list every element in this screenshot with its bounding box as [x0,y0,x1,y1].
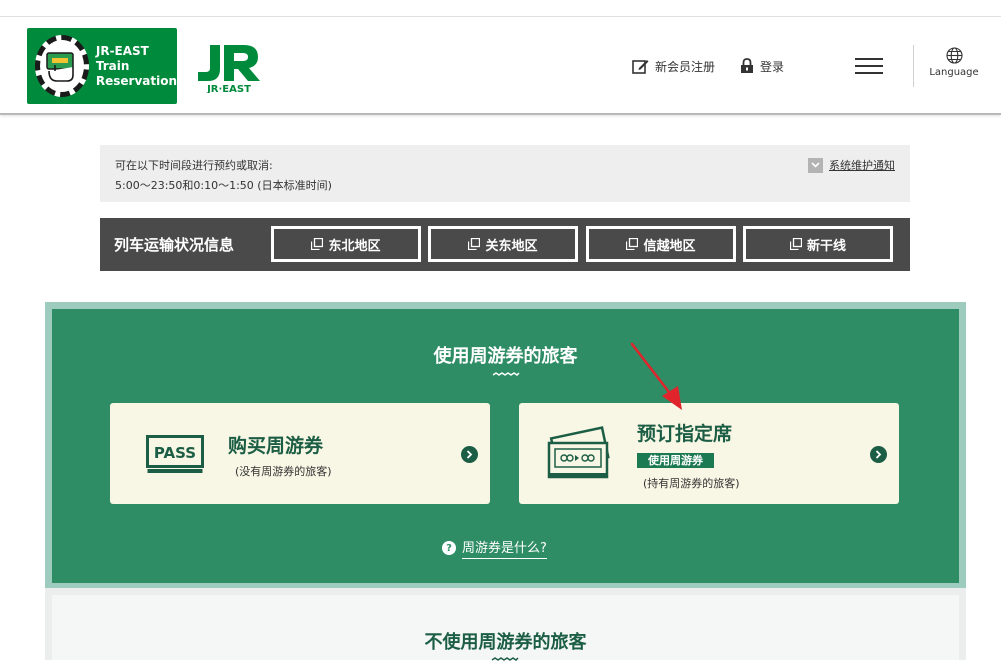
chevron-right-icon [870,446,887,463]
external-window-icon [311,238,324,250]
status-button-label: 关东地区 [485,238,538,254]
buy-pass-card[interactable]: PASS 购买周游券 (没有周游券的旅客) [110,403,490,504]
external-window-icon [468,238,481,250]
pass-ticket-icon: PASS [146,435,204,473]
train-status-bar: 列车运输状况信息 东北地区 关东地区 信越地区 新干线 [100,218,910,271]
notice-text: 可在以下时间段进行预约或取消: 5:00～23:50和0:10～1:50 (日本… [115,156,332,196]
maintenance-label: 系统维护通知 [829,159,895,172]
register-label: 新会员注册 [655,59,716,74]
svg-text:JR·EAST: JR·EAST [206,84,251,93]
annotation-arrow-icon [630,342,682,410]
external-window-icon [626,238,639,250]
non-pass-panel: 不使用周游券的旅客 [52,595,959,660]
login-label: 登录 [760,59,785,74]
pass-holder-section: 使用周游券的旅客 PASS 购买周游券 (没有周游券的旅客) 预订指定席 使用周… [45,302,966,588]
reserve-seat-card[interactable]: 预订指定席 使用周游券 (持有周游券的旅客) [519,403,899,504]
register-link[interactable]: 新会员注册 [632,55,715,77]
status-button-label: 信越地区 [643,238,696,254]
menu-icon[interactable] [855,57,883,75]
top-strip [0,0,1001,17]
non-pass-section-title: 不使用周游券的旅客 [424,632,587,653]
notice-line-1: 可在以下时间段进行预约或取消: [115,159,273,172]
what-is-pass-link[interactable]: ? 周游券是什么? [442,537,547,559]
chevron-down-icon [808,157,823,173]
train-reservation-logo[interactable]: JR-EAST Train Reservation [27,28,177,104]
language-label: Language [929,67,979,78]
status-button-label: 东北地区 [328,238,381,254]
train-tickets-icon [547,426,610,479]
train-status-title: 列车运输状况信息 [114,236,235,254]
ticket-hand-icon [35,35,89,97]
use-pass-badge: 使用周游券 [637,453,714,468]
reserve-seat-title: 预订指定席 [637,423,733,445]
buy-pass-title: 购买周游券 [228,435,324,457]
title-ornament [491,657,519,661]
site-header: JR-EAST Train Reservation JR·EAST 新会员注册 … [0,17,1001,115]
header-divider [913,45,914,87]
jr-east-logo[interactable]: JR·EAST [194,39,264,93]
logo-text: JR-EAST Train Reservation [95,43,177,88]
pass-holder-panel: 使用周游券的旅客 PASS 购买周游券 (没有周游券的旅客) 预订指定席 使用周… [52,309,959,583]
globe-icon [945,47,963,64]
pass-icon-text: PASS [154,444,196,462]
external-window-icon [789,238,802,250]
lock-icon [741,58,753,73]
language-selector[interactable]: Language [925,47,983,78]
status-button-kanto[interactable]: 关东地区 [428,226,578,262]
pass-section-title: 使用周游券的旅客 [433,346,578,367]
title-ornament [492,372,520,376]
notice-line-2: 5:00～23:50和0:10～1:50 (日本标准时间) [115,179,332,192]
maintenance-notice-link[interactable]: 系统维护通知 [808,157,895,173]
buy-pass-subtitle: (没有周游券的旅客) [235,465,332,478]
what-is-pass-label: 周游券是什么? [462,537,547,559]
chevron-right-icon [461,446,478,463]
non-pass-section: 不使用周游券的旅客 [45,588,966,660]
status-button-tohoku[interactable]: 东北地区 [271,226,421,262]
reservation-hours-notice: 可在以下时间段进行预约或取消: 5:00～23:50和0:10～1:50 (日本… [100,145,910,202]
login-link[interactable]: 登录 [740,55,784,77]
status-button-shinetsu[interactable]: 信越地区 [586,226,736,262]
question-icon: ? [442,541,456,555]
edit-icon [632,59,649,74]
reserve-seat-subtitle: (持有周游券的旅客) [643,477,740,490]
status-button-label: 新干线 [806,238,846,254]
status-button-shinkansen[interactable]: 新干线 [743,226,893,262]
